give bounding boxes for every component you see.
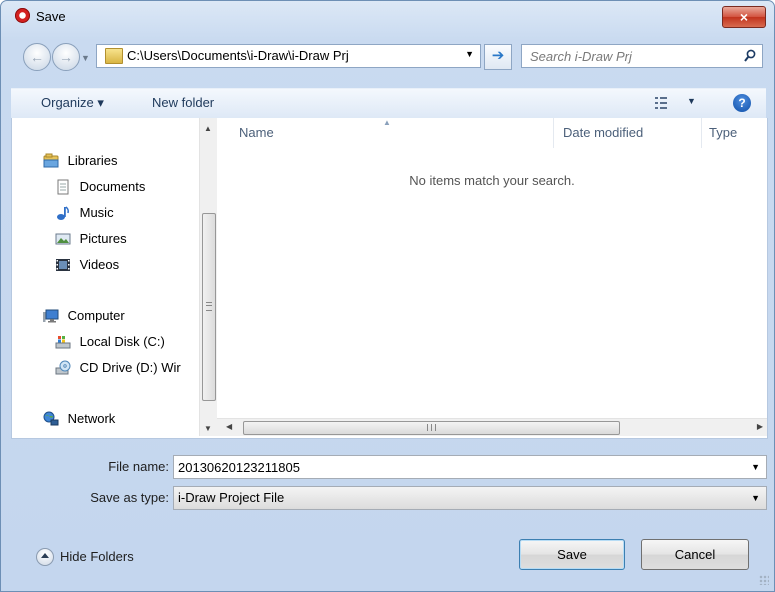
file-name-combobox: ▼ xyxy=(173,455,767,479)
nav-item-label: Network xyxy=(67,411,116,426)
organize-menu[interactable]: Organize ▾ xyxy=(41,95,104,111)
column-header-name[interactable]: Name xyxy=(239,125,274,140)
empty-message: No items match your search. xyxy=(409,173,575,188)
nav-item-libraries[interactable]: Libraries xyxy=(43,150,117,172)
nav-item-label: Videos xyxy=(79,257,120,272)
column-header-type[interactable]: Type xyxy=(709,125,737,140)
close-button[interactable]: × xyxy=(722,6,766,28)
views-dropdown-icon[interactable]: ▼ xyxy=(687,96,696,106)
local-disk-icon xyxy=(55,335,71,349)
scroll-thumb[interactable] xyxy=(243,421,620,435)
nav-item-label: Computer xyxy=(67,308,125,323)
computer-icon xyxy=(43,309,59,323)
address-path: C:\Users\Documents\i-Draw\i-Draw Prj xyxy=(127,48,349,63)
scroll-down-icon[interactable]: ▼ xyxy=(204,424,212,433)
nav-item-pictures[interactable]: Pictures xyxy=(55,228,127,250)
command-bar: Organize ▾ New folder ▼ ? xyxy=(11,88,766,120)
pictures-icon xyxy=(55,233,71,245)
column-header-date-modified[interactable]: Date modified xyxy=(563,125,643,140)
nav-item-label: CD Drive (D:) Wir xyxy=(79,360,181,375)
music-icon xyxy=(57,205,69,220)
new-folder-button[interactable]: New folder xyxy=(152,95,214,110)
recent-pages-chevron-icon[interactable]: ▼ xyxy=(81,53,90,63)
file-name-dropdown-icon[interactable]: ▼ xyxy=(751,462,760,472)
search-box xyxy=(521,44,763,68)
title-bar[interactable]: Save × xyxy=(1,1,774,31)
file-list: ▲ Name Date modified Type No items match… xyxy=(217,118,767,436)
address-bar[interactable]: C:\Users\Documents\i-Draw\i-Draw Prj ▼ xyxy=(96,44,481,68)
network-icon xyxy=(43,411,59,426)
file-name-input[interactable] xyxy=(178,458,718,476)
folder-icon xyxy=(105,48,123,64)
column-divider[interactable] xyxy=(701,118,702,148)
search-input[interactable] xyxy=(530,47,730,65)
go-button[interactable]: ➔ xyxy=(484,44,512,70)
nav-item-cd-drive[interactable]: CD Drive (D:) Wir xyxy=(55,357,181,379)
scroll-thumb[interactable] xyxy=(202,213,216,401)
back-arrow-icon: ← xyxy=(30,49,44,65)
app-icon xyxy=(15,8,30,23)
back-button[interactable]: ← xyxy=(23,43,51,71)
save-as-type-dropdown-icon[interactable]: ▼ xyxy=(751,493,760,503)
hide-folders-label: Hide Folders xyxy=(60,549,134,564)
collapse-up-icon xyxy=(36,547,54,566)
nav-item-label: Music xyxy=(79,205,114,220)
libraries-icon xyxy=(43,153,59,168)
nav-item-videos[interactable]: Videos xyxy=(55,254,119,276)
nav-item-label: Pictures xyxy=(79,231,127,246)
cd-drive-icon xyxy=(55,360,71,375)
browser-panes: Libraries Documents Music Pictures Video… xyxy=(11,118,768,439)
save-dialog: Save × ← → ▼ C:\Users\Documents\i-Draw\i… xyxy=(0,0,775,592)
save-button[interactable]: Save xyxy=(519,539,625,570)
nav-item-computer[interactable]: Computer xyxy=(43,305,125,327)
save-as-type-value: i-Draw Project File xyxy=(178,490,285,505)
go-arrow-icon: ➔ xyxy=(491,47,505,64)
nav-item-label: Documents xyxy=(79,179,146,194)
nav-item-documents[interactable]: Documents xyxy=(55,176,145,198)
cancel-button[interactable]: Cancel xyxy=(641,539,749,570)
close-icon: × xyxy=(739,9,749,25)
nav-item-local-disk[interactable]: Local Disk (C:) xyxy=(55,331,165,353)
scroll-left-icon[interactable]: ◀ xyxy=(226,422,232,431)
sort-ascending-icon: ▲ xyxy=(383,118,391,127)
documents-icon xyxy=(57,179,69,195)
nav-item-label: Local Disk (C:) xyxy=(79,334,165,349)
scroll-up-icon[interactable]: ▲ xyxy=(204,124,212,133)
hide-folders-button[interactable]: Hide Folders xyxy=(36,546,134,568)
scroll-right-icon[interactable]: ▶ xyxy=(757,422,763,431)
grip-icon xyxy=(427,424,436,431)
file-name-label: File name: xyxy=(108,459,169,474)
nav-item-music[interactable]: Music xyxy=(55,202,114,224)
column-divider[interactable] xyxy=(553,118,554,148)
nav-item-network[interactable]: Network xyxy=(43,408,115,430)
file-list-scrollbar[interactable]: ◀ ▶ xyxy=(217,418,767,436)
forward-button[interactable]: → xyxy=(52,43,80,71)
help-glyph: ? xyxy=(738,96,746,110)
navigation-scrollbar[interactable]: ▲ ▼ xyxy=(199,118,217,436)
videos-icon xyxy=(56,258,70,271)
forward-arrow-icon: → xyxy=(59,49,73,65)
nav-item-label: Libraries xyxy=(67,153,118,168)
save-as-type-select[interactable]: i-Draw Project File ▼ xyxy=(173,486,767,510)
resize-grip-icon[interactable] xyxy=(759,575,769,585)
window-title: Save xyxy=(36,9,66,24)
grip-icon xyxy=(206,302,212,311)
address-dropdown-icon[interactable]: ▼ xyxy=(465,49,474,59)
views-icon[interactable] xyxy=(655,97,667,109)
navigation-pane: Libraries Documents Music Pictures Video… xyxy=(12,118,199,436)
search-icon[interactable] xyxy=(744,49,756,63)
address-row: ← → ▼ C:\Users\Documents\i-Draw\i-Draw P… xyxy=(1,31,774,83)
save-as-type-label: Save as type: xyxy=(90,490,169,505)
help-icon[interactable]: ? xyxy=(733,94,751,112)
